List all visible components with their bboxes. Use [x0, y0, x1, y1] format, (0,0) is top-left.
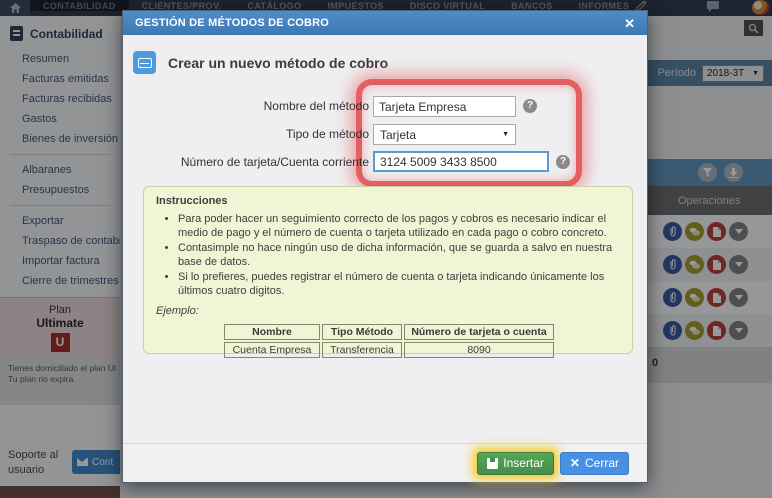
insert-button[interactable]: Insertar: [477, 452, 554, 475]
close-icon[interactable]: ✕: [624, 17, 635, 30]
modal-footer: Insertar ✕ Cerrar: [123, 443, 647, 482]
instructions-list: Para poder hacer un seguimiento correcto…: [178, 213, 620, 298]
method-name-input[interactable]: [373, 96, 516, 117]
example-col-numero: Número de tarjeta o cuenta: [404, 324, 554, 340]
example-table-row: Cuenta Empresa Transferencia 8090: [224, 342, 554, 358]
method-type-value: Tarjeta: [380, 128, 416, 142]
instruction-bullet: Para poder hacer un seguimiento correcto…: [178, 213, 620, 240]
payment-methods-modal: GESTIÓN DE MÉTODOS DE COBRO ✕ Crear un n…: [122, 10, 648, 483]
example-cell-numero: 8090: [404, 342, 554, 358]
help-icon[interactable]: ?: [523, 99, 537, 113]
cancel-button-label: Cerrar: [585, 456, 619, 470]
modal-title: GESTIÓN DE MÉTODOS DE COBRO: [135, 17, 329, 29]
field-label-nombre: Nombre del método: [133, 96, 369, 117]
help-icon[interactable]: ?: [556, 155, 570, 169]
modal-heading: Crear un nuevo método de cobro: [133, 51, 388, 74]
method-type-select[interactable]: Tarjeta ▼: [373, 124, 516, 145]
credit-card-icon: [133, 51, 156, 74]
example-table-header-row: Nombre Tipo Método Número de tarjeta o c…: [224, 324, 554, 340]
instructions-title: Instrucciones: [156, 195, 620, 207]
insert-button-label: Insertar: [503, 456, 544, 470]
field-label-numero: Número de tarjeta/Cuenta corriente: [133, 152, 369, 173]
save-icon: [487, 458, 498, 469]
app-root: CONTABILIDAD CLIENTES/PROV. CATÁLOGO IMP…: [0, 0, 772, 498]
example-table: Nombre Tipo Método Número de tarjeta o c…: [222, 322, 556, 360]
instructions-panel: Instrucciones Para poder hacer un seguim…: [143, 186, 633, 354]
card-number-input[interactable]: [373, 151, 549, 172]
modal-header: GESTIÓN DE MÉTODOS DE COBRO ✕: [123, 11, 647, 35]
cancel-button[interactable]: ✕ Cerrar: [560, 452, 629, 475]
example-label: Ejemplo:: [156, 305, 620, 317]
example-col-tipo: Tipo Método: [322, 324, 402, 340]
example-cell-nombre: Cuenta Empresa: [224, 342, 320, 358]
close-x-icon: ✕: [570, 456, 580, 470]
chevron-down-icon: ▼: [502, 131, 509, 138]
modal-heading-text: Crear un nuevo método de cobro: [168, 55, 388, 71]
field-label-tipo: Tipo de método: [133, 124, 369, 145]
instruction-bullet: Contasimple no hace ningún uso de dicha …: [178, 242, 620, 269]
instruction-bullet: Si lo prefieres, puedes registrar el núm…: [178, 271, 620, 298]
example-col-nombre: Nombre: [224, 324, 320, 340]
example-cell-tipo: Transferencia: [322, 342, 402, 358]
